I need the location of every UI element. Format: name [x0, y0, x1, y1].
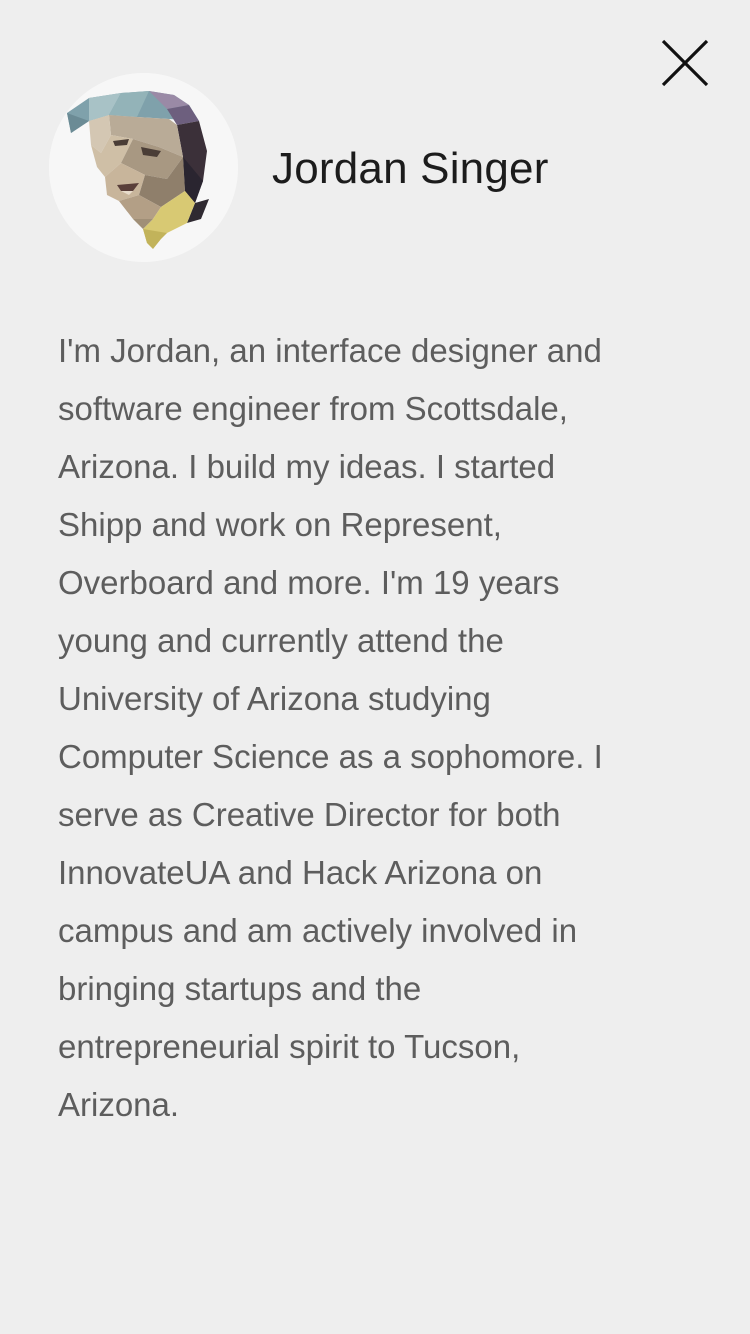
- bio-line: bringing startups and the: [58, 970, 422, 1007]
- bio-line: young and currently attend the: [58, 622, 504, 659]
- bio-line: InnovateUA and Hack Arizona on: [58, 854, 543, 891]
- bio-line: University of Arizona studying: [58, 680, 491, 717]
- profile-name: Jordan Singer: [272, 144, 549, 193]
- avatar: [49, 73, 238, 262]
- bio-line: entrepreneurial spirit to Tucson,: [58, 1028, 521, 1065]
- avatar-portrait-image: [49, 73, 238, 262]
- bio-line: Overboard and more. I'm 19 years: [58, 564, 560, 601]
- bio-line: Arizona. I build my ideas. I started: [58, 448, 556, 485]
- bio-line: Arizona.: [58, 1086, 180, 1123]
- bio-line: campus and am actively involved in: [58, 912, 578, 949]
- bio-line: serve as Creative Director for both: [58, 796, 561, 833]
- profile-bio: I'm Jordan, an interface designer and so…: [58, 322, 698, 1134]
- close-icon: [661, 39, 709, 87]
- bio-line: software engineer from Scottsdale,: [58, 390, 568, 427]
- bio-line: Shipp and work on Represent,: [58, 506, 502, 543]
- close-button[interactable]: [652, 30, 718, 96]
- profile-screen: Jordan Singer I'm Jordan, an interface d…: [0, 0, 750, 1334]
- bio-line: Computer Science as a sophomore. I: [58, 738, 603, 775]
- bio-line: I'm Jordan, an interface designer and: [58, 332, 602, 369]
